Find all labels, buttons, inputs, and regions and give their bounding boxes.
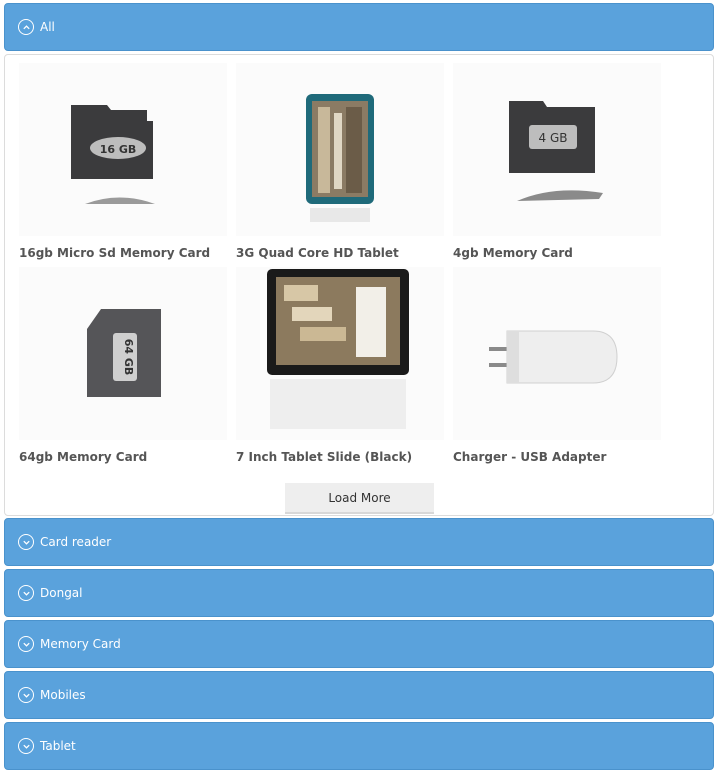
product-name[interactable]: 64gb Memory Card xyxy=(19,450,227,464)
accordion-header-dongal[interactable]: Dongal xyxy=(4,569,714,617)
product-image[interactable]: 16 GB xyxy=(19,63,227,236)
product-card[interactable]: 7 Inch Tablet Slide (Black) xyxy=(236,267,444,464)
chevron-down-icon xyxy=(18,738,34,754)
product-card[interactable]: 3G Quad Core HD Tablet xyxy=(236,63,444,260)
accordion-label-all: All xyxy=(40,20,55,34)
chevron-down-icon xyxy=(18,687,34,703)
product-name[interactable]: 16gb Micro Sd Memory Card xyxy=(19,246,227,260)
card-label-64gb: 64 GB xyxy=(122,339,135,376)
accordion-label: Memory Card xyxy=(40,637,121,651)
product-image[interactable] xyxy=(236,63,444,236)
product-name[interactable]: 3G Quad Core HD Tablet xyxy=(236,246,444,260)
accordion-header-mobiles[interactable]: Mobiles xyxy=(4,671,714,719)
chevron-down-icon xyxy=(18,636,34,652)
card-label-16gb: 16 GB xyxy=(100,143,137,156)
accordion-header-all[interactable]: All xyxy=(4,3,714,51)
accordion-header-card-reader[interactable]: Card reader xyxy=(4,518,714,566)
accordion-header-memory-card[interactable]: Memory Card xyxy=(4,620,714,668)
card-label-4gb: 4 GB xyxy=(539,131,568,145)
product-name[interactable]: Charger - USB Adapter xyxy=(453,450,661,464)
chevron-down-icon xyxy=(18,585,34,601)
product-card[interactable]: Charger - USB Adapter xyxy=(453,267,661,464)
product-image[interactable]: 64 GB xyxy=(19,267,227,440)
product-card[interactable]: 16 GB 16gb Micro Sd Memory Card xyxy=(19,63,227,260)
product-name[interactable]: 7 Inch Tablet Slide (Black) xyxy=(236,450,444,464)
chevron-up-icon xyxy=(18,19,34,35)
chevron-down-icon xyxy=(18,534,34,550)
product-name[interactable]: 4gb Memory Card xyxy=(453,246,661,260)
product-image[interactable] xyxy=(236,267,444,440)
product-image[interactable] xyxy=(453,267,661,440)
accordion-label: Card reader xyxy=(40,535,112,549)
accordion-header-tablet[interactable]: Tablet xyxy=(4,722,714,770)
product-card[interactable]: 4 GB 4gb Memory Card xyxy=(453,63,661,260)
accordion-label: Tablet xyxy=(40,739,76,753)
product-image[interactable]: 4 GB xyxy=(453,63,661,236)
load-more-button[interactable]: Load More xyxy=(285,483,434,514)
accordion-label: Dongal xyxy=(40,586,83,600)
accordion-label: Mobiles xyxy=(40,688,86,702)
product-card[interactable]: 64 GB 64gb Memory Card xyxy=(19,267,227,464)
products-panel: 16 GB 16gb Micro Sd Memory Card 3G Quad … xyxy=(4,54,714,516)
